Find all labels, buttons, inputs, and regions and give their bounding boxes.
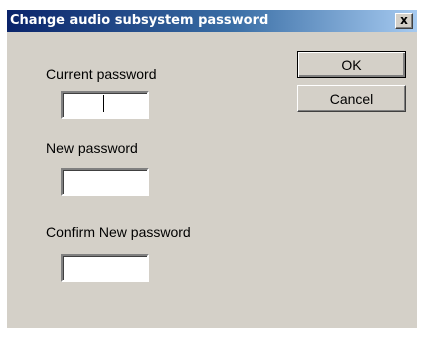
text-caret [103,95,104,112]
title-bar[interactable]: Change audio subsystem password x [7,10,417,32]
new-password-label: New password [46,140,138,156]
close-button[interactable]: x [395,13,413,29]
dialog-title: Change audio subsystem password [10,13,269,28]
password-dialog: Change audio subsystem password x Curren… [7,10,417,328]
cancel-button[interactable]: Cancel [297,85,406,112]
new-password-field[interactable] [61,168,149,196]
current-password-wrapper [61,91,149,119]
close-icon: x [400,13,408,27]
ok-button[interactable]: OK [297,51,406,78]
current-password-field[interactable] [61,91,149,119]
confirm-password-label: Confirm New password [46,224,191,240]
confirm-password-field[interactable] [61,254,149,282]
current-password-label: Current password [46,66,157,82]
